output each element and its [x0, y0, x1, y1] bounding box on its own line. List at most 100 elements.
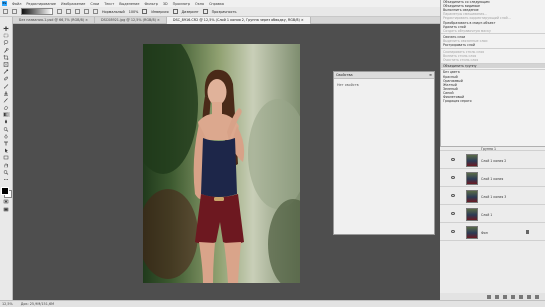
move-tool-icon[interactable] [3, 26, 10, 31]
menu-window[interactable]: Окно [195, 2, 204, 6]
layer-row[interactable]: Слой 1 копия 3 [440, 187, 545, 205]
diamond-gradient-icon[interactable] [93, 9, 98, 14]
visibility-eye-icon[interactable] [451, 212, 455, 215]
adjustment-layer-icon[interactable] [511, 294, 515, 299]
layer-row[interactable]: Слой 1 копия 2 [440, 151, 545, 169]
tools-panel [0, 17, 13, 300]
add-mask-icon[interactable] [503, 294, 507, 299]
layer-style-icon[interactable] [495, 294, 499, 299]
status-bar: 12,5% Док: 25,9M/151,6M [0, 300, 545, 307]
type-tool-icon[interactable] [3, 141, 10, 146]
properties-panel: Свойства ≡ Нет свойств [333, 71, 435, 235]
menu-item-rasterize[interactable]: Растрировать слой [441, 43, 545, 47]
new-layer-icon[interactable] [527, 294, 531, 299]
rectangle-tool-icon[interactable] [3, 155, 10, 160]
layer-thumbnail [466, 208, 478, 221]
app-logo-icon[interactable]: Ps [2, 1, 7, 6]
document-size: Док: 25,9M/151,6M [20, 302, 55, 306]
menu-image[interactable]: Изображение [61, 2, 85, 6]
opacity-field[interactable]: 100% [129, 10, 139, 14]
layer-thumbnail [466, 190, 478, 203]
menu-item-gray[interactable]: Градация серого [441, 99, 545, 103]
quick-select-tool-icon[interactable] [3, 47, 10, 53]
gradient-picker[interactable] [21, 8, 53, 15]
radial-gradient-icon[interactable] [66, 9, 71, 14]
home-icon[interactable] [3, 9, 8, 14]
hand-tool-icon[interactable] [3, 163, 10, 168]
angle-gradient-icon[interactable] [75, 9, 80, 14]
more-tools-icon[interactable] [3, 177, 10, 182]
menu-select[interactable]: Выделение [119, 2, 139, 6]
reflected-gradient-icon[interactable] [84, 9, 89, 14]
visibility-eye-icon[interactable] [451, 158, 455, 161]
visibility-eye-icon[interactable] [451, 194, 455, 197]
visibility-eye-icon[interactable] [451, 230, 455, 233]
zoom-tool-icon[interactable] [3, 170, 10, 175]
link-layers-icon[interactable] [487, 294, 491, 299]
tab-document-2[interactable]: DSC08921.jpg @ 12,5% (RGB/8) × [95, 16, 167, 24]
layer-context-menu: Объединить со следующим Объединить видим… [440, 0, 545, 147]
menu-view[interactable]: Просмотр [173, 2, 190, 6]
screen-mode-icon[interactable] [3, 207, 10, 212]
lasso-tool-icon[interactable] [3, 40, 10, 46]
path-selection-tool-icon[interactable] [3, 148, 10, 154]
layer-thumbnail [466, 154, 478, 167]
layer-row[interactable]: Слой 1 копия [440, 169, 545, 187]
frame-tool-icon[interactable] [3, 62, 10, 67]
reverse-checkbox[interactable] [142, 9, 148, 14]
layer-name: Слой 1 [481, 213, 493, 217]
linear-gradient-icon[interactable] [57, 9, 62, 14]
visibility-eye-icon[interactable] [451, 176, 455, 179]
menu-type[interactable]: Текст [104, 2, 114, 6]
layer-name: Слой 1 копия 2 [481, 159, 507, 163]
menu-item-merge-group[interactable]: Объединить группу [441, 64, 545, 69]
menu-help[interactable]: Справка [209, 2, 224, 6]
clone-stamp-tool-icon[interactable] [3, 91, 10, 96]
dither-checkbox[interactable] [172, 9, 178, 14]
history-brush-tool-icon[interactable] [3, 98, 10, 103]
quick-mask-icon[interactable] [3, 199, 10, 204]
color-swatches[interactable] [1, 187, 12, 199]
transparency-checkbox[interactable] [202, 9, 208, 14]
pen-tool-icon[interactable] [3, 133, 10, 139]
layer-thumbnail [466, 226, 478, 239]
gradient-tool-icon[interactable] [12, 9, 17, 14]
new-group-icon[interactable] [519, 294, 523, 299]
layer-name: Фон [481, 231, 488, 235]
dither-label: Дизеринг [181, 9, 199, 14]
menu-item-clear-style[interactable]: Очистить стиль слоя [441, 58, 545, 62]
tab-document-1[interactable]: Без названия-1.psd @ 66,7% (RGB/8) × [13, 16, 96, 24]
eyedropper-tool-icon[interactable] [3, 69, 10, 74]
layers-panel-footer [440, 293, 545, 300]
eraser-tool-icon[interactable] [3, 105, 10, 110]
menu-file[interactable]: Файл [12, 2, 21, 6]
menu-filter[interactable]: Фильтр [144, 2, 157, 6]
properties-title: Свойства [336, 73, 353, 77]
layer-name: Слой 1 копия 3 [481, 195, 507, 199]
healing-brush-tool-icon[interactable] [3, 76, 10, 81]
zoom-level[interactable]: 12,5% [2, 302, 13, 306]
lock-icon [526, 230, 529, 234]
blur-tool-icon[interactable] [3, 119, 10, 124]
properties-header[interactable]: Свойства ≡ [334, 72, 434, 79]
layer-name: Слой 1 копия [481, 177, 504, 181]
dodge-tool-icon[interactable] [3, 126, 10, 132]
panel-menu-icon[interactable]: ≡ [429, 73, 432, 77]
document-image[interactable] [143, 44, 300, 283]
crop-tool-icon[interactable] [3, 54, 10, 60]
gradient-tool-icon-active[interactable] [2, 112, 10, 118]
layers-panel: Группа 1 Слой 1 копия 2 Слой 1 копия Сло… [440, 147, 545, 300]
menu-item-clipping-mask[interactable]: Создать обтравочную маску [441, 29, 545, 33]
menu-edit[interactable]: Редактирование [26, 2, 56, 6]
layer-row-background[interactable]: Фон [440, 223, 545, 241]
delete-layer-icon[interactable] [535, 294, 539, 299]
brush-tool-icon[interactable] [3, 83, 10, 89]
foreground-color-swatch[interactable] [1, 187, 9, 196]
menu-3d[interactable]: 3D [163, 2, 168, 6]
marquee-tool-icon[interactable] [3, 33, 10, 38]
layer-row[interactable]: Слой 1 [440, 205, 545, 223]
layer-thumbnail [466, 172, 478, 185]
tab-document-3[interactable]: DSC_8916.CR2 @ 12,5% (Слой 1 копия 2, Гр… [166, 16, 311, 24]
menu-layers[interactable]: Слои [90, 2, 99, 6]
blend-mode-select[interactable]: Нормальный [102, 10, 125, 14]
